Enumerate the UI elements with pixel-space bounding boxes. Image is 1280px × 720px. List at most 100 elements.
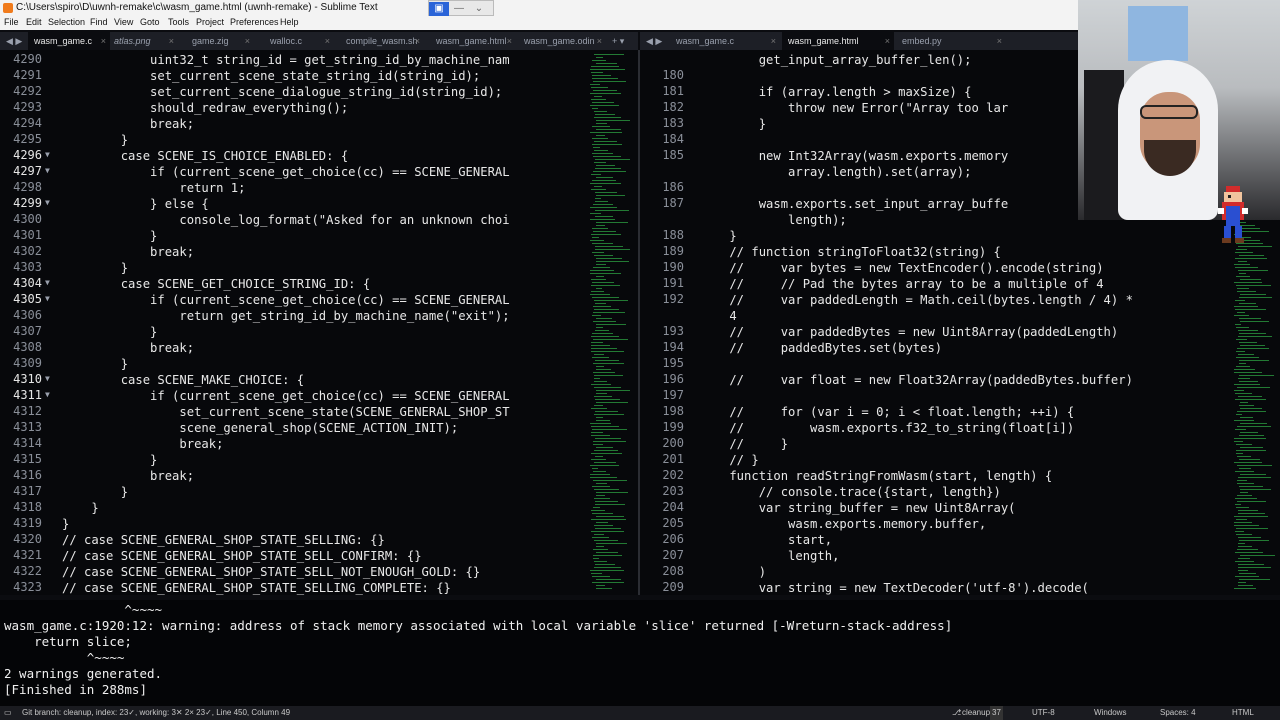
menu-find[interactable]: Find [90,17,108,27]
left-editor-pane[interactable]: 4290 uint32_t string_id = get_string_id_… [0,50,638,595]
code-line[interactable]: if (array.length > maxSize) { [700,84,972,100]
build-output-panel[interactable]: ^~~~~ wasm_game.c:1920:12: warning: addre… [0,600,1280,706]
code-line[interactable]: } [62,132,128,148]
code-line[interactable]: wasm.exports.memory.buffer, [700,516,986,532]
code-line[interactable]: // case SCENE_GENERAL_SHOP_STATE_SELLING… [62,532,385,548]
code-line[interactable]: ) [700,564,766,580]
code-line[interactable]: } [62,484,128,500]
code-line[interactable]: } [700,116,766,132]
code-line[interactable]: } [62,324,157,340]
menu-edit[interactable]: Edit [26,17,42,27]
code-line[interactable]: var string = new TextDecoder('utf-8').de… [700,580,1089,595]
code-line[interactable]: case SCENE_MAKE_CHOICE: { [62,372,304,388]
code-line[interactable]: if (current_scene_get_choice(cc) == SCEN… [62,292,510,308]
menu-file[interactable]: File [4,17,19,27]
code-line[interactable]: // for (var i = 0; i < float.length; ++i… [700,404,1074,420]
close-icon[interactable]: × [325,32,330,50]
fold-arrow-icon[interactable]: ▼ [45,390,50,399]
code-line[interactable]: new Int32Array(wasm.exports.memory [700,148,1009,164]
code-line[interactable]: // var paddedLength = Math.ceil(bytes.le… [700,292,1133,308]
code-line[interactable]: should_redraw_everything(); [62,100,348,116]
tab-wasm-game-c[interactable]: wasm_game.c × [670,32,780,50]
code-line[interactable]: if (current_scene_get_choice(cc) == SCEN… [62,388,510,404]
close-icon[interactable]: × [771,32,776,50]
code-line[interactable]: length); [700,212,847,228]
code-line[interactable]: } else { [62,196,209,212]
code-line[interactable]: console_log_format("Asked for an unknown… [62,212,509,228]
chevron-down-icon[interactable]: ⌄ [469,2,489,16]
indentation[interactable]: Spaces: 4 [1160,706,1196,720]
code-line[interactable]: case SCENE_IS_CHOICE_ENABLED: { [62,148,348,164]
code-line[interactable]: } [62,260,128,276]
git-branch[interactable]: cleanup [962,706,990,720]
code-line[interactable]: uint32_t string_id = get_string_id_by_ma… [62,52,510,68]
code-line[interactable]: set_current_scene_state(SCENE_GENERAL_SH… [62,404,509,420]
code-line[interactable]: // var float = new Float32Array(paddedBy… [700,372,1133,388]
code-line[interactable]: // wasm.exports.f32_to_string(float[i]) [700,420,1074,436]
tab-nav-arrows-icon[interactable]: ◀ ▶ [646,32,662,50]
new-tab-icon[interactable]: + ▾ [612,32,624,50]
fold-arrow-icon[interactable]: ▼ [45,278,50,287]
panel-toggle-icon[interactable]: ▭ [4,706,12,720]
tab-walloc-c[interactable]: walloc.c × [266,32,334,50]
code-line[interactable]: break; [62,244,194,260]
menu-view[interactable]: View [114,17,133,27]
code-line[interactable]: // } [700,452,758,468]
tab-wasm-game-html[interactable]: wasm_game.html × [782,32,894,50]
code-line[interactable]: // var paddedBytes = new Uint8Array(padd… [700,324,1118,340]
encoding[interactable]: UTF-8 [1032,706,1055,720]
fold-arrow-icon[interactable]: ▼ [45,294,50,303]
code-line[interactable]: // case SCENE_GENERAL_SHOP_STATE_SELLING… [62,580,451,595]
code-line[interactable]: // // Pad the bytes array to be a multip… [700,276,1103,292]
code-line[interactable]: // paddedBytes.set(bytes) [700,340,942,356]
menu-project[interactable]: Project [196,17,224,27]
code-line[interactable]: array.length).set(array); [700,164,971,180]
code-line[interactable]: break; [62,436,223,452]
code-line[interactable]: throw new Error("Array too lar [700,100,1008,116]
tab-embed-py[interactable]: embed.py × [896,32,1006,50]
close-icon[interactable]: × [101,32,106,50]
code-line[interactable]: } [62,356,128,372]
code-line[interactable]: set_current_scene_state_string_id(string… [62,68,480,84]
close-icon[interactable]: × [885,32,890,50]
close-icon[interactable]: × [415,32,420,50]
code-line[interactable]: get_input_array_buffer_len(); [700,52,972,68]
code-line[interactable]: break; [62,116,194,132]
close-icon[interactable]: × [597,32,602,50]
tab-nav-arrows-icon[interactable]: ◀ ▶ [6,32,22,50]
menu-goto[interactable]: Goto [140,17,160,27]
code-line[interactable]: start, [700,532,832,548]
code-line[interactable]: } [700,228,736,244]
close-icon[interactable]: × [245,32,250,50]
branch-icon[interactable]: ⎇ [952,706,961,720]
tab-game-zig[interactable]: game.zig × [188,32,254,50]
code-line[interactable]: set_current_scene_dialogue_string_id(str… [62,84,502,100]
fold-arrow-icon[interactable]: ▼ [45,166,50,175]
fold-arrow-icon[interactable]: ▼ [45,198,50,207]
code-line[interactable]: } [62,500,98,516]
syntax[interactable]: HTML [1232,706,1254,720]
code-line[interactable]: // var bytes = new TextEncoder().encode(… [700,260,1103,276]
code-line[interactable]: // } [700,436,788,452]
code-line[interactable]: return 1; [62,180,245,196]
code-line[interactable]: wasm.exports.set_input_array_buffe [700,196,1009,212]
code-line[interactable]: // case SCENE_GENERAL_SHOP_STATE_SELL_CO… [62,548,422,564]
code-line[interactable]: 4 [700,308,736,324]
tab-wasm-game-c[interactable]: wasm_game.c × [28,32,110,50]
minimap[interactable] [590,50,630,595]
close-icon[interactable]: × [169,32,174,50]
code-line[interactable]: if (current_scene_get_choice(cc) == SCEN… [62,164,510,180]
menu-tools[interactable]: Tools [168,17,189,27]
code-line[interactable]: } [62,516,69,532]
menu-selection[interactable]: Selection [48,17,85,27]
code-line[interactable]: var string_buffer = new Uint8Array( [700,500,1016,516]
code-line[interactable]: function readStringFromWasm(start, lengt… [700,468,1052,484]
layout-icon[interactable]: ▣ [429,2,449,16]
close-icon[interactable]: × [507,32,512,50]
fold-arrow-icon[interactable]: ▼ [45,150,50,159]
code-line[interactable]: // console.trace({start, length}) [700,484,1001,500]
code-line[interactable]: case SCENE_GET_CHOICE_STRING_ID: { [62,276,371,292]
tab-compile-wasm-sh[interactable]: compile_wasm.sh × [344,32,424,50]
code-line[interactable]: } [62,228,157,244]
code-line[interactable]: length, [700,548,839,564]
